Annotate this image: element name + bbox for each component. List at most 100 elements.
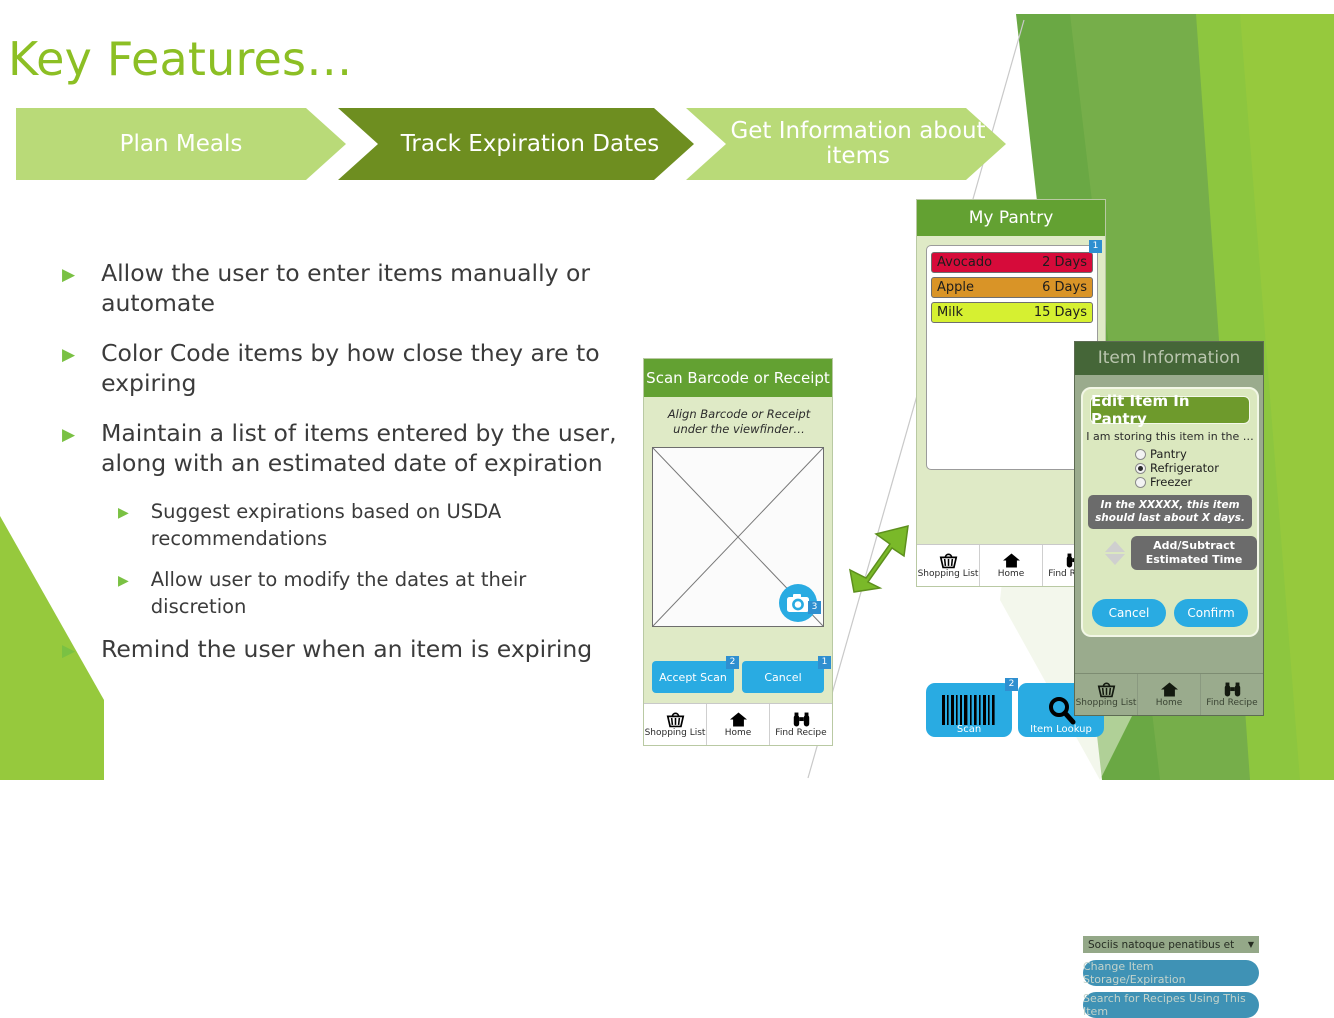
modal-cancel-button[interactable]: Cancel: [1092, 599, 1166, 627]
list-item: ▶ Remind the user when an item is expiri…: [62, 634, 622, 664]
camera-icon: [787, 594, 809, 612]
feature-bullet-list: ▶ Allow the user to enter items manually…: [62, 258, 622, 684]
page-title: Key Features…: [8, 32, 353, 86]
pantry-item-days: 6 Days: [1042, 280, 1087, 295]
bullet-triangle-icon: ▶: [62, 345, 76, 365]
modal-question-label: I am storing this item in the …: [1086, 430, 1254, 443]
cancel-scan-button[interactable]: Cancel: [742, 661, 824, 693]
mockup-scan-screen: Scan Barcode or Receipt Align Barcode or…: [643, 358, 833, 746]
pantry-item-name: Milk: [937, 305, 963, 320]
estimated-duration-note: In the XXXXX, this item should last abou…: [1088, 495, 1252, 529]
mockup-item-information-screen: Item Information Edit Item In Pantry I a…: [1074, 341, 1264, 1018]
radio-option-label: Pantry: [1150, 447, 1187, 461]
modal-cancel-label: Cancel: [1108, 606, 1150, 620]
radio-option-refrigerator[interactable]: Refrigerator: [1135, 461, 1257, 475]
scan-hint-text: Align Barcode or Receipt under the viewf…: [667, 407, 811, 436]
nav-item-shopping-list[interactable]: Shopping List: [1075, 674, 1137, 715]
basket-icon: [1097, 682, 1115, 697]
accept-scan-label: Accept Scan: [659, 670, 727, 684]
bullet-triangle-icon: ▶: [118, 505, 129, 521]
chevron-step-get-information[interactable]: Get Information about items: [686, 108, 1006, 180]
bullet-triangle-icon: ▶: [62, 641, 76, 661]
nav-item-home[interactable]: Home: [707, 704, 769, 745]
bullet-triangle-icon: ▶: [118, 573, 129, 589]
list-item: ▶ Color Code items by how close they are…: [62, 338, 622, 398]
callout-badge-2: 2: [1005, 678, 1018, 691]
search-recipes-label: Search for Recipes Using This Item: [1083, 992, 1246, 1018]
nav-item-label: Find Recipe: [1206, 697, 1258, 708]
list-item-text: Remind the user when an item is expiring: [101, 635, 593, 663]
list-item-text: Allow user to modify the dates at their …: [150, 568, 527, 618]
radio-option-freezer[interactable]: Freezer: [1135, 475, 1257, 489]
bottom-nav: Shopping List Home Find Recipe: [644, 703, 832, 745]
list-item-text: Maintain a list of items entered by the …: [101, 419, 617, 477]
basket-icon: [939, 553, 957, 568]
list-item: ▶ Allow the user to enter items manually…: [62, 258, 622, 318]
nav-item-label: Shopping List: [917, 568, 979, 579]
radio-option-label: Freezer: [1150, 475, 1193, 489]
home-icon: [1160, 682, 1178, 696]
nav-item-shopping-list[interactable]: Shopping List: [917, 545, 979, 586]
scan-button[interactable]: Scan: [926, 683, 1012, 737]
chevron-down-icon[interactable]: [1105, 554, 1125, 565]
chevron-step-label: Plan Meals: [119, 130, 243, 157]
callout-badge-1: 1: [818, 656, 831, 669]
item-select-value: Sociis natoque penatibus et: [1088, 938, 1235, 951]
change-item-storage-button[interactable]: Change Item Storage/Expiration: [1083, 960, 1259, 986]
table-row[interactable]: Milk 15 Days: [931, 302, 1093, 323]
callout-badge-2: 2: [726, 656, 739, 669]
search-recipes-button[interactable]: Search for Recipes Using This Item: [1083, 992, 1259, 1018]
pantry-item-name: Apple: [937, 280, 975, 295]
nav-item-label: Shopping List: [1075, 697, 1137, 708]
list-item: ▶ Maintain a list of items entered by th…: [62, 418, 622, 478]
binoculars-icon: [793, 712, 809, 726]
radio-option-label: Refrigerator: [1150, 461, 1219, 475]
barcode-icon: [942, 695, 995, 725]
cancel-scan-label: Cancel: [764, 670, 802, 684]
modal-confirm-label: Confirm: [1187, 606, 1235, 620]
modal-confirm-button[interactable]: Confirm: [1174, 599, 1248, 627]
pantry-item-days: 15 Days: [1033, 305, 1087, 320]
pantry-item-name: Avocado: [937, 255, 993, 270]
nav-item-label: Find Recipe: [775, 727, 827, 738]
table-row[interactable]: Avocado 2 Days: [931, 252, 1093, 273]
chevron-step-plan-meals[interactable]: Plan Meals: [16, 108, 346, 180]
nav-item-label: Shopping List: [644, 727, 706, 738]
nav-item-shopping-list[interactable]: Shopping List: [644, 704, 706, 745]
list-item-text: Suggest expirations based on USDA recomm…: [150, 500, 502, 550]
table-row[interactable]: Apple 6 Days: [931, 277, 1093, 298]
pantry-header: My Pantry: [917, 200, 1105, 236]
accept-scan-button[interactable]: Accept Scan: [652, 661, 734, 693]
bullet-triangle-icon: ▶: [62, 425, 76, 445]
scan-header: Scan Barcode or Receipt: [644, 359, 832, 397]
nav-item-label: Home: [1155, 697, 1183, 708]
stepper-arrows[interactable]: [1105, 541, 1125, 565]
item-select-dropdown[interactable]: Sociis natoque penatibus et ▼: [1083, 936, 1259, 953]
nav-item-home[interactable]: Home: [980, 545, 1042, 586]
nav-item-find-recipe[interactable]: Find Recipe: [1201, 674, 1263, 715]
nav-item-find-recipe[interactable]: Find Recipe: [770, 704, 832, 745]
double-arrow-connector: [832, 518, 928, 606]
list-item-text: Color Code items by how close they are t…: [101, 339, 600, 397]
modal-title: Edit Item In Pantry: [1090, 392, 1250, 428]
scan-button-label: Scan: [956, 724, 982, 735]
nav-item-home[interactable]: Home: [1138, 674, 1200, 715]
list-item-text: Allow the user to enter items manually o…: [101, 259, 591, 317]
edit-item-modal: Edit Item In Pantry I am storing this it…: [1081, 387, 1259, 637]
magnifier-icon: [1049, 697, 1076, 725]
chevron-up-icon[interactable]: [1105, 541, 1125, 552]
viewfinder-placeholder: [652, 447, 824, 627]
list-item: ▶ Suggest expirations based on USDA reco…: [118, 498, 622, 552]
pantry-item-list: Avocado 2 Days Apple 6 Days Milk 15 Days: [926, 245, 1098, 470]
home-icon: [729, 712, 747, 726]
chevron-step-track-expiration-dates[interactable]: Track Expiration Dates: [338, 108, 694, 180]
chevron-step-label: Get Information about items: [730, 118, 986, 169]
chevron-down-icon: ▼: [1247, 940, 1254, 949]
estimated-time-stepper[interactable]: Add/Subtract Estimated Time: [1105, 536, 1257, 570]
bullet-triangle-icon: ▶: [62, 265, 76, 285]
radio-icon: [1135, 448, 1146, 460]
home-icon: [1002, 553, 1020, 567]
callout-badge-3: 3: [808, 601, 821, 614]
radio-option-pantry[interactable]: Pantry: [1135, 447, 1257, 461]
process-chevron-banner: Plan Meals Track Expiration Dates Get In…: [16, 108, 1006, 180]
